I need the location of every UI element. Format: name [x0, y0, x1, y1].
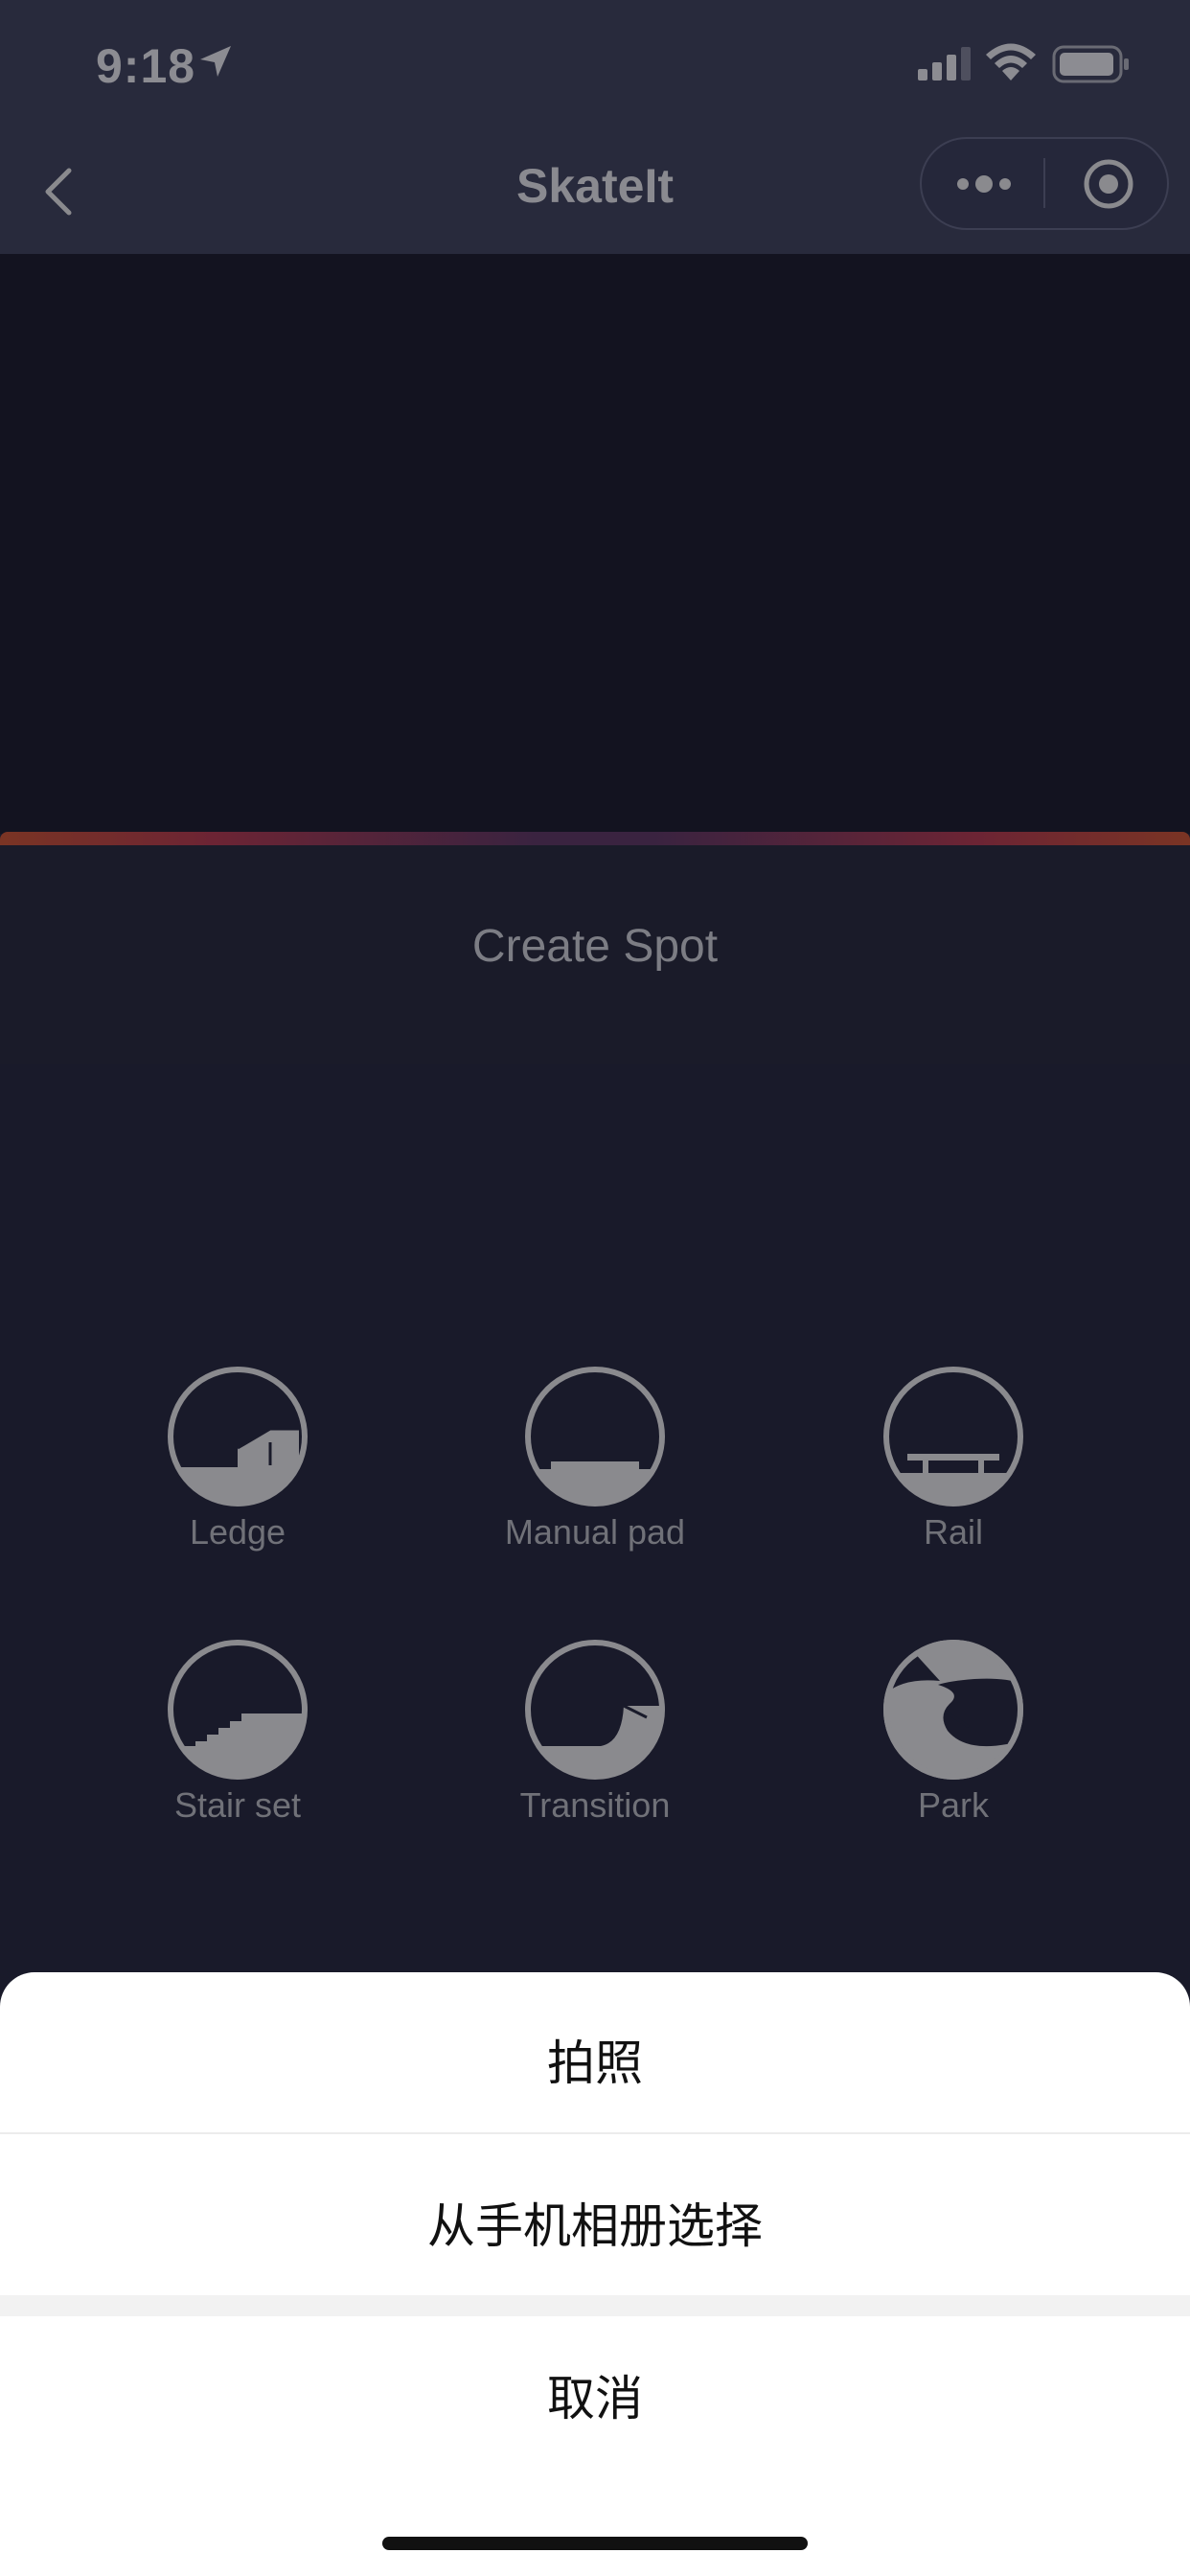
- accent-line: [0, 832, 1190, 845]
- battery-icon: [1052, 45, 1129, 83]
- spot-type-label: Transition: [519, 1785, 671, 1825]
- choose-from-album-button[interactable]: 从手机相册选择: [0, 2188, 1190, 2257]
- spot-type-manual-pad[interactable]: Manual pad: [451, 1366, 739, 1586]
- stair-set-icon: [168, 1640, 308, 1780]
- create-spot-title: Create Spot: [471, 921, 719, 972]
- capsule-divider: [1043, 158, 1045, 208]
- spot-type-label: Stair set: [173, 1785, 302, 1825]
- signal-icon: [918, 47, 971, 80]
- spot-type-park[interactable]: Park: [810, 1639, 1097, 1859]
- wifi-icon: [986, 43, 1036, 80]
- spot-type-label: Park: [917, 1785, 990, 1825]
- spot-type-label: Manual pad: [504, 1512, 686, 1552]
- park-icon: [883, 1640, 1023, 1780]
- manual-pad-icon: [525, 1367, 665, 1506]
- transition-icon: [525, 1640, 665, 1780]
- spot-type-rail[interactable]: Rail: [810, 1366, 1097, 1586]
- spot-type-label: Rail: [923, 1512, 983, 1552]
- spot-type-ledge[interactable]: Ledge: [94, 1366, 381, 1586]
- target-icon[interactable]: [1083, 158, 1134, 210]
- take-photo-button[interactable]: 拍照: [0, 2025, 1190, 2094]
- spot-type-transition[interactable]: Transition: [451, 1639, 739, 1859]
- more-dots-icon[interactable]: [953, 168, 1015, 200]
- divider: [0, 2132, 1190, 2134]
- spot-type-label: Ledge: [189, 1512, 286, 1552]
- status-time: 9:18: [96, 39, 196, 93]
- section-gap: [0, 2295, 1190, 2316]
- home-indicator: [382, 2537, 808, 2550]
- ledge-icon: [168, 1367, 308, 1506]
- map-area: [0, 254, 1190, 834]
- cancel-button[interactable]: 取消: [0, 2360, 1190, 2429]
- action-sheet: 拍照 从手机相册选择 取消: [0, 1972, 1190, 2576]
- spot-type-stair-set[interactable]: Stair set: [94, 1639, 381, 1859]
- rail-icon: [883, 1367, 1023, 1506]
- location-arrow-icon: [200, 46, 231, 77]
